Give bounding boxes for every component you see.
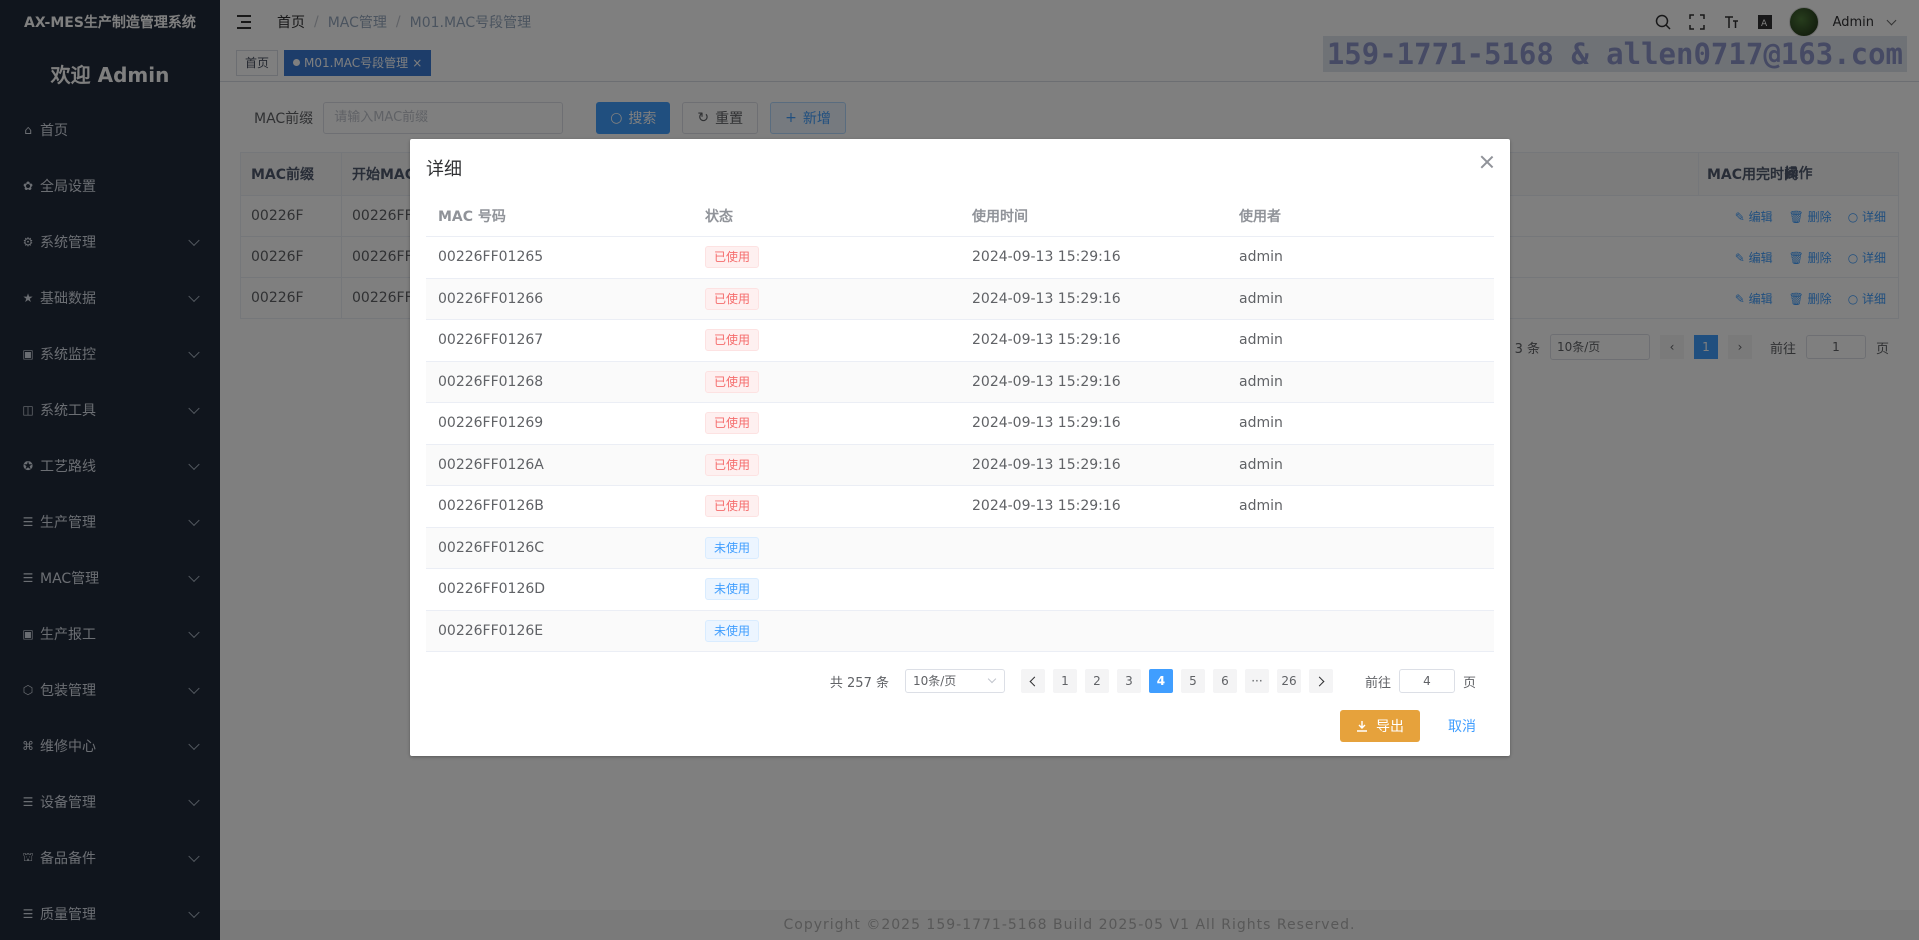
export-button-label: 导出 <box>1376 719 1404 735</box>
download-icon <box>1357 721 1367 732</box>
cell-mac: 00226FF01265 <box>438 249 544 266</box>
chevron-down-icon <box>987 674 997 684</box>
status-badge: 已使用 <box>705 370 760 393</box>
status-badge: 未使用 <box>705 578 760 601</box>
col-mac-number: MAC 号码 <box>438 209 506 225</box>
cell-mac: 00226FF01268 <box>438 373 544 390</box>
cell-user: admin <box>1239 498 1283 515</box>
col-user: 使用者 <box>1239 209 1281 225</box>
status-badge: 已使用 <box>705 453 760 476</box>
cell-time: 2024-09-13 15:29:16 <box>972 249 1121 266</box>
table-row: 00226FF0126E 未使用 <box>426 610 1494 652</box>
page-button[interactable]: 5 <box>1180 669 1205 693</box>
cell-mac: 00226FF0126E <box>438 622 544 639</box>
status-badge: 已使用 <box>705 495 760 518</box>
cell-status: 已使用 <box>693 495 960 518</box>
cell-mac: 00226FF01266 <box>438 290 544 307</box>
cell-time: 2024-09-13 15:29:16 <box>972 415 1121 432</box>
detail-table-header: MAC 号码 状态 使用时间 使用者 <box>426 196 1494 237</box>
status-badge: 已使用 <box>705 246 760 269</box>
cell-status: 未使用 <box>693 578 960 601</box>
detail-pagination: 共 257 条 10条/页 1 2 3 4 5 6 ··· 26 前往 4 页 <box>830 669 1476 693</box>
cell-status: 已使用 <box>693 246 960 269</box>
cell-user: admin <box>1239 415 1283 432</box>
page-button[interactable]: 1 <box>1052 669 1077 693</box>
cell-mac: 00226FF0126B <box>438 498 544 515</box>
page-size-value: 10条/页 <box>912 674 957 688</box>
table-row: 00226FF01267 已使用 2024-09-13 15:29:16 admin <box>426 320 1494 362</box>
cell-time: 2024-09-13 15:29:16 <box>972 456 1121 473</box>
status-badge: 未使用 <box>705 536 760 559</box>
cell-status: 未使用 <box>693 536 960 559</box>
mac-detail-table: MAC 号码 状态 使用时间 使用者 00226FF01265 已使用 2024-0… <box>426 196 1494 652</box>
cell-status: 已使用 <box>693 370 960 393</box>
prev-page-button[interactable] <box>1020 669 1045 693</box>
goto-page-input[interactable]: 4 <box>1398 669 1455 693</box>
page-button[interactable]: 4 <box>1148 669 1173 693</box>
cell-time: 2024-09-13 15:29:16 <box>972 498 1121 515</box>
cell-time: 2024-09-13 15:29:16 <box>972 373 1121 390</box>
cell-mac: 00226FF0126A <box>438 456 544 473</box>
cell-mac: 00226FF01267 <box>438 332 544 349</box>
cell-status: 已使用 <box>693 287 960 310</box>
goto-label: 前往 <box>1364 675 1391 691</box>
next-page-button[interactable] <box>1308 669 1333 693</box>
cell-time: 2024-09-13 15:29:16 <box>972 290 1121 307</box>
cell-user: admin <box>1239 373 1283 390</box>
page-button[interactable]: 6 <box>1212 669 1237 693</box>
cell-status: 未使用 <box>693 619 960 642</box>
col-use-time: 使用时间 <box>972 209 1028 225</box>
status-badge: 已使用 <box>705 287 760 310</box>
cell-mac: 00226FF0126C <box>438 539 545 556</box>
page-button[interactable]: 3 <box>1116 669 1141 693</box>
cell-user: admin <box>1239 249 1283 266</box>
table-row: 00226FF0126C 未使用 <box>426 527 1494 569</box>
detail-total: 共 257 条 <box>829 675 889 691</box>
table-row: 00226FF01268 已使用 2024-09-13 15:29:16 admin <box>426 361 1494 403</box>
table-row: 00226FF0126B 已使用 2024-09-13 15:29:16 admin <box>426 486 1494 528</box>
cell-mac: 00226FF01269 <box>438 415 544 432</box>
table-row: 00226FF01269 已使用 2024-09-13 15:29:16 admin <box>426 403 1494 445</box>
col-status: 状态 <box>705 209 733 225</box>
page-size-select[interactable]: 10条/页 <box>904 669 1005 693</box>
table-row: 00226FF0126D 未使用 <box>426 569 1494 611</box>
status-badge: 已使用 <box>705 329 760 352</box>
dialog-title: 详细 <box>426 159 462 180</box>
close-icon[interactable] <box>1480 155 1494 169</box>
cell-status: 已使用 <box>693 329 960 352</box>
cell-mac: 00226FF0126D <box>438 581 546 598</box>
cell-status: 已使用 <box>693 412 960 435</box>
dialog-footer: 导出 取消 <box>1340 710 1476 742</box>
status-badge: 已使用 <box>705 412 760 435</box>
table-row: 00226FF01266 已使用 2024-09-13 15:29:16 admin <box>426 278 1494 320</box>
detail-dialog: 详细 MAC 号码 状态 使用时间 使用者 00226FF01265 已使用 202… <box>410 139 1510 756</box>
page-button[interactable]: 26 <box>1276 669 1301 693</box>
cell-user: admin <box>1239 332 1283 349</box>
page-button[interactable]: 2 <box>1084 669 1109 693</box>
page-button[interactable]: ··· <box>1244 669 1269 693</box>
export-button[interactable]: 导出 <box>1340 710 1420 742</box>
cell-user: admin <box>1239 456 1283 473</box>
cell-status: 已使用 <box>693 453 960 476</box>
page-unit-label: 页 <box>1462 675 1476 691</box>
cell-time: 2024-09-13 15:29:16 <box>972 332 1121 349</box>
cancel-button[interactable]: 取消 <box>1448 716 1476 736</box>
status-badge: 未使用 <box>705 619 760 642</box>
cell-user: admin <box>1239 290 1283 307</box>
table-row: 00226FF01265 已使用 2024-09-13 15:29:16 admin <box>426 237 1494 279</box>
table-row: 00226FF0126A 已使用 2024-09-13 15:29:16 admin <box>426 444 1494 486</box>
